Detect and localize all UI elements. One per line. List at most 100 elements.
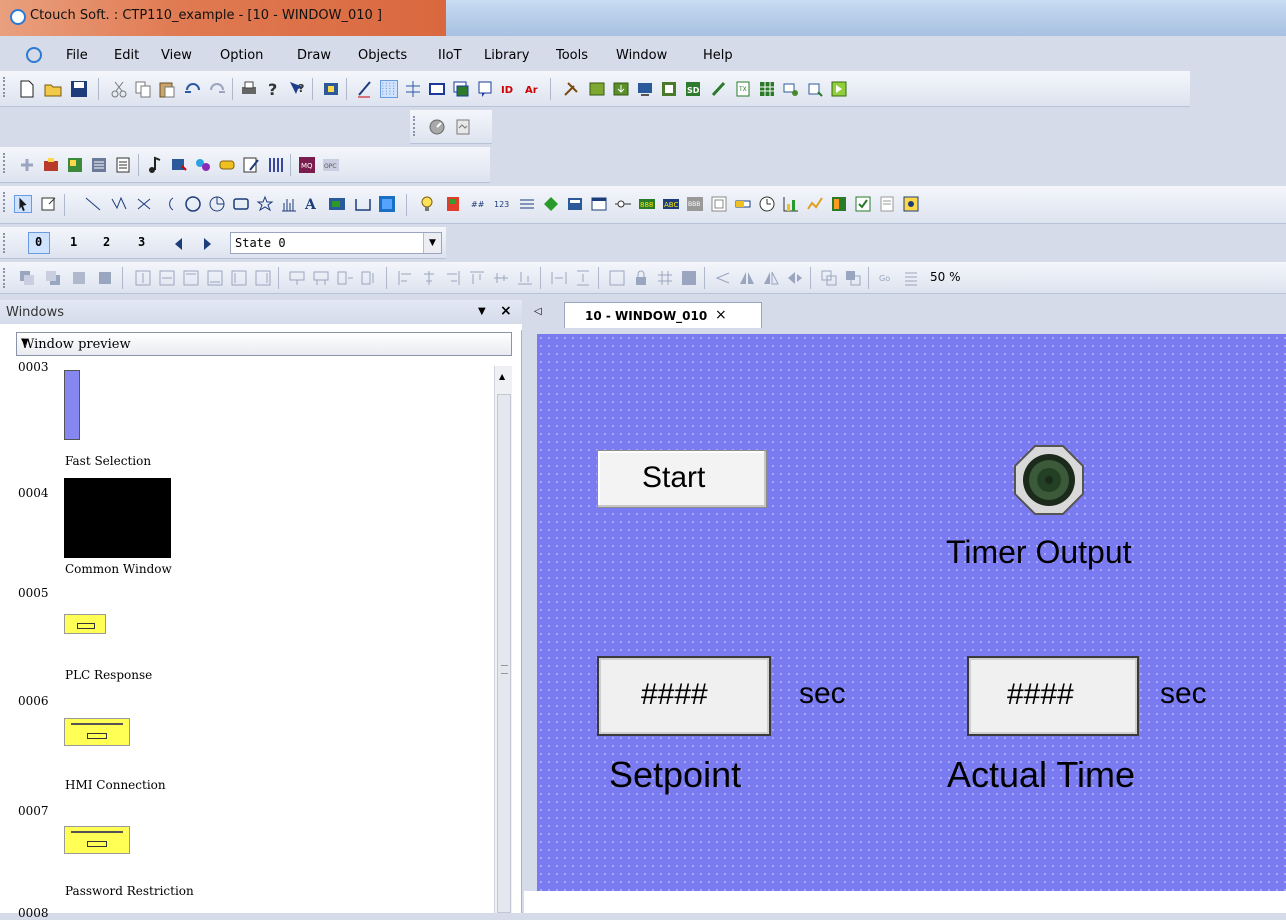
counter-icon[interactable]: 888 (638, 195, 656, 213)
undo-icon[interactable] (184, 80, 202, 98)
star-icon[interactable] (256, 195, 274, 213)
module-icon[interactable] (42, 156, 60, 174)
tab-window-010[interactable]: 10 - WINDOW_010 × (564, 302, 762, 328)
chart-icon[interactable] (782, 195, 800, 213)
space-h-icon[interactable] (550, 269, 568, 287)
list-item-name[interactable]: HMI Connection (65, 778, 166, 792)
menu-file[interactable]: File (66, 48, 88, 63)
menu-draw[interactable]: Draw (297, 48, 331, 63)
bottom-edge-icon[interactable] (516, 269, 534, 287)
window-thumbnail[interactable] (64, 370, 80, 440)
frame-icon[interactable] (428, 80, 446, 98)
bring-front-icon[interactable] (18, 269, 36, 287)
ascii-icon[interactable] (518, 195, 536, 213)
state-2-button[interactable]: 2 (103, 235, 110, 249)
close-icon[interactable]: × (715, 307, 727, 323)
panel-icon[interactable] (378, 195, 396, 213)
polygon-icon[interactable] (136, 195, 154, 213)
edit-pen-icon[interactable] (710, 80, 728, 98)
sound-icon[interactable] (146, 156, 164, 174)
table-icon[interactable] (758, 80, 776, 98)
opc-icon[interactable]: OPC (322, 156, 340, 174)
toolbar-grip[interactable] (3, 192, 6, 212)
picture-view-icon[interactable] (902, 195, 920, 213)
open-icon[interactable] (44, 80, 62, 98)
find-icon[interactable] (322, 80, 340, 98)
numeric-display-icon[interactable]: ## (470, 195, 488, 213)
start-button[interactable]: Start (597, 450, 767, 508)
flip-h-icon[interactable] (738, 269, 756, 287)
copy-icon[interactable] (134, 80, 152, 98)
same-width-icon[interactable] (336, 269, 354, 287)
save-icon[interactable] (70, 80, 88, 98)
toolbar-grip[interactable] (3, 268, 6, 288)
lamp-icon[interactable] (418, 195, 436, 213)
scale-icon[interactable] (280, 195, 298, 213)
group-icon[interactable] (194, 156, 212, 174)
menu-objects[interactable]: Objects (358, 48, 407, 63)
sheet-icon[interactable] (114, 156, 132, 174)
state-select[interactable]: State 0 ▼ (230, 232, 442, 254)
scrollbar[interactable]: ▲ (494, 366, 512, 913)
print-icon[interactable] (240, 80, 258, 98)
design-canvas[interactable]: Start Timer Output #### sec Setpoint ###… (537, 334, 1286, 891)
chevron-down-icon[interactable]: ▼ (423, 233, 441, 253)
window-thumbnail[interactable] (64, 478, 171, 558)
paste-icon[interactable] (158, 80, 176, 98)
ungroup-icon[interactable] (158, 269, 176, 287)
list-icon[interactable] (90, 156, 108, 174)
gauge-icon[interactable] (428, 118, 446, 136)
menu-iiot[interactable]: IIoT (438, 48, 462, 63)
center-h-icon[interactable] (420, 269, 438, 287)
toolbar-grip[interactable] (3, 153, 6, 173)
run-icon[interactable] (830, 80, 848, 98)
alarm-list-icon[interactable] (830, 195, 848, 213)
cut-icon[interactable] (110, 80, 128, 98)
gauge-bar-icon[interactable] (734, 195, 752, 213)
menu-view[interactable]: View (161, 48, 192, 63)
switch-icon[interactable] (444, 195, 462, 213)
list-view-icon[interactable] (902, 269, 920, 287)
tab-nav-left-icon[interactable]: ◁ (534, 306, 542, 317)
snap-icon[interactable] (404, 80, 422, 98)
menu-library[interactable]: Library (484, 48, 529, 63)
message-icon[interactable] (218, 156, 236, 174)
trend-icon[interactable] (806, 195, 824, 213)
tile-icon[interactable] (844, 269, 862, 287)
menu-window[interactable]: Window (616, 48, 667, 63)
alarm-icon[interactable] (170, 156, 188, 174)
sd-icon[interactable]: SD (684, 80, 702, 98)
window-preview-select[interactable]: Window preview ▼ (16, 332, 512, 356)
window-thumbnail[interactable] (64, 826, 130, 854)
download-icon[interactable] (612, 80, 630, 98)
bars-icon[interactable] (266, 156, 284, 174)
plugin-icon[interactable] (18, 156, 36, 174)
page-icon[interactable]: TX (734, 80, 752, 98)
transfer-icon[interactable] (660, 80, 678, 98)
group-align-icon[interactable] (134, 269, 152, 287)
data-icon[interactable] (566, 195, 584, 213)
pointer-help-icon[interactable]: ? (288, 80, 306, 98)
top-edge-icon[interactable] (468, 269, 486, 287)
report-icon[interactable] (454, 118, 472, 136)
align-top-icon[interactable] (182, 269, 200, 287)
recipe-view-icon[interactable] (878, 195, 896, 213)
toolbar-grip[interactable] (3, 233, 6, 253)
frame-box-icon[interactable] (710, 195, 728, 213)
pointer-icon[interactable] (14, 195, 32, 213)
menu-edit[interactable]: Edit (114, 48, 139, 63)
list-item-name[interactable]: Fast Selection (65, 454, 151, 468)
send-backward-icon[interactable] (96, 269, 114, 287)
center-v-icon[interactable] (492, 269, 510, 287)
previous-state-icon[interactable] (170, 235, 188, 253)
window-object-icon[interactable] (590, 195, 608, 213)
close-icon[interactable]: × (500, 303, 512, 319)
layer-icon[interactable] (680, 269, 698, 287)
mqtt-icon[interactable]: MQ (298, 156, 316, 174)
state-1-button[interactable]: 1 (70, 235, 77, 249)
window-thumbnail[interactable] (64, 614, 106, 634)
font-icon[interactable]: Ar (524, 80, 542, 98)
id-icon[interactable]: ID (500, 80, 518, 98)
bit-display-icon[interactable]: BBB (686, 195, 704, 213)
tag-icon[interactable] (542, 195, 560, 213)
